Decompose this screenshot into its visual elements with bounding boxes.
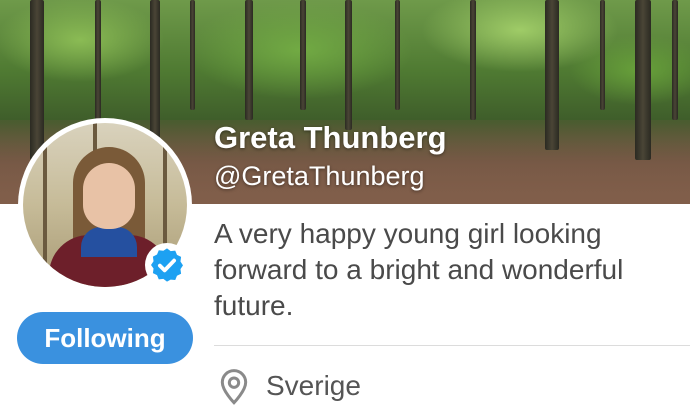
verified-badge-icon (145, 243, 189, 287)
profile-bio: A very happy young girl looking forward … (214, 218, 624, 321)
following-button[interactable]: Following (17, 312, 193, 364)
profile-name: Greta Thunberg (214, 120, 447, 155)
profile-location: Sverige (214, 366, 361, 406)
profile-handle[interactable]: @GretaThunberg (214, 161, 425, 192)
divider (214, 345, 690, 346)
location-label: Sverige (266, 370, 361, 401)
location-pin-icon (214, 366, 254, 406)
